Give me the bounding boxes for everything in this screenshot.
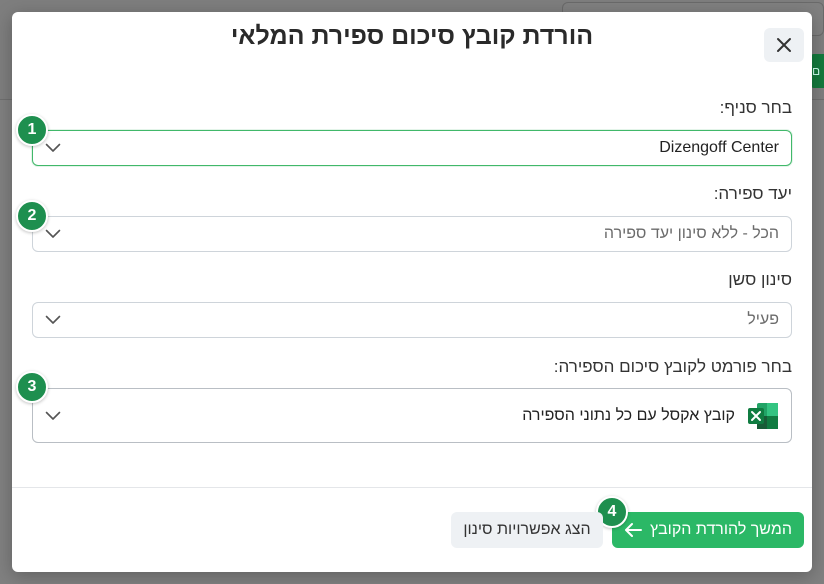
step-badge-3: 3 [16,371,48,403]
arrow-left-icon [625,523,643,537]
format-label: בחר פורמט לקובץ סיכום הספירה: [553,357,792,376]
count-target-select[interactable]: הכל - ללא סינון יעד ספירה [32,216,792,252]
continue-download-label: המשך להורדת הקובץ [650,521,792,538]
step-badge-2: 2 [16,200,48,232]
chevron-down-icon [45,143,61,152]
chevron-down-icon [45,411,61,420]
chevron-down-icon [45,315,61,324]
count-target-select-value: הכל - ללא סינון יעד ספירה [603,225,779,242]
step-badge-1: 1 [16,114,48,146]
format-select-value: קובץ אקסל עם כל נתוני הספירה [522,406,735,424]
format-select[interactable]: קובץ אקסל עם כל נתוני הספירה [32,388,792,443]
session-filter-label: סינון סשן [728,270,792,289]
branch-select-value: Dizengoff Center [659,139,779,156]
branch-label: בחר סניף: [719,98,792,117]
count-target-label: יעד ספירה: [713,184,792,203]
continue-download-button[interactable]: המשך להורדת הקובץ [612,512,804,548]
close-icon [777,38,791,52]
session-filter-select[interactable]: פעיל [32,302,792,338]
background-green-button: ם [810,54,824,88]
show-filter-options-button[interactable]: הצג אפשרויות סינון [451,512,603,548]
footer-divider [12,487,812,488]
close-button[interactable] [764,28,804,62]
session-filter-select-value: פעיל [747,311,779,328]
excel-icon [748,402,778,429]
chevron-down-icon [45,229,61,238]
download-summary-modal: הורדת קובץ סיכום ספירת המלאי בחר סניף: D… [12,12,812,572]
branch-select[interactable]: Dizengoff Center [32,130,792,166]
modal-title: הורדת קובץ סיכום ספירת המלאי [230,22,594,50]
